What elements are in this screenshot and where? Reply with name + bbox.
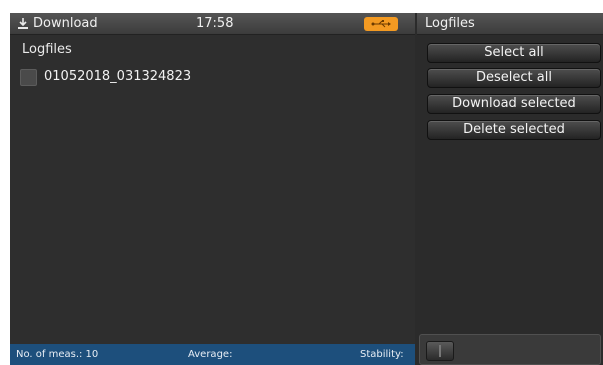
download-icon <box>17 17 29 30</box>
average-label: Average: <box>188 349 233 360</box>
delete-selected-button[interactable]: Delete selected <box>427 120 601 140</box>
clock-time: 17:58 <box>196 16 234 31</box>
section-title: Logfiles <box>22 42 72 57</box>
deselect-all-button[interactable]: Deselect all <box>427 68 601 88</box>
file-checkbox[interactable] <box>20 69 37 86</box>
right-panel-header: Logfiles <box>417 13 603 35</box>
right-panel-title: Logfiles <box>425 16 475 31</box>
stability-label: Stability: <box>360 349 404 360</box>
bottom-control-area <box>419 334 601 365</box>
download-selected-button[interactable]: Download selected <box>427 94 601 114</box>
device-screen: Download 17:58 Logfiles 01052018_0313248… <box>10 13 603 365</box>
select-all-button[interactable]: Select all <box>427 43 601 63</box>
status-bar: No. of meas.: 10 Average: Stability: <box>10 344 415 365</box>
right-panel: Logfiles Select all Deselect all Downloa… <box>417 13 603 365</box>
page-title: Download <box>33 16 98 31</box>
header-bar: Download 17:58 <box>10 13 415 35</box>
usb-icon <box>364 17 398 31</box>
meas-count-label: No. of meas.: 10 <box>16 349 99 360</box>
file-name: 01052018_031324823 <box>44 69 192 84</box>
panel-toggle-handle[interactable] <box>426 341 454 361</box>
left-panel: Download 17:58 Logfiles 01052018_0313248… <box>10 13 415 365</box>
